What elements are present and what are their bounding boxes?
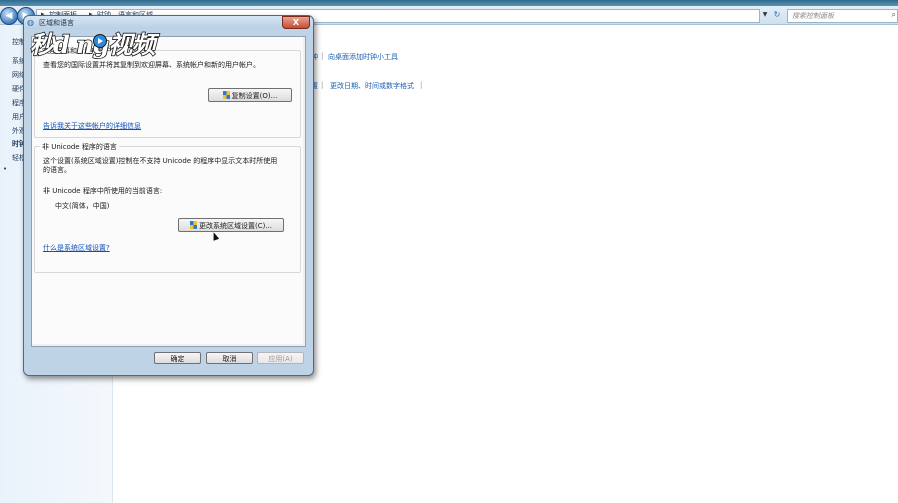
welcome-screen-group: 欢迎屏幕和新用户帐户 查看您的国际设置并将其复制到欢迎屏幕、系统帐户和新的用户帐…	[34, 46, 301, 138]
ok-button[interactable]: 确定	[154, 352, 201, 364]
administrative-tab-panel: 欢迎屏幕和新用户帐户 查看您的国际设置并将其复制到欢迎屏幕、系统帐户和新的用户帐…	[32, 37, 303, 344]
non-unicode-group: 非 Unicode 程序的语言 这个设置(系统区域设置)控制在不支持 Unico…	[34, 142, 301, 273]
change-date-format-link[interactable]: 更改日期、时间或数字格式	[330, 81, 414, 91]
refresh-icon[interactable]: ↻	[771, 9, 783, 21]
link-separator: |	[420, 81, 423, 89]
current-item-bullet-icon: •	[3, 165, 8, 173]
play-icon	[93, 34, 107, 48]
link-separator: |	[321, 52, 324, 60]
change-system-locale-label: 更改系统区域设置(C)...	[198, 222, 273, 230]
close-button[interactable]: X	[282, 16, 310, 29]
welcome-description: 查看您的国际设置并将其复制到欢迎屏幕、系统帐户和新的用户帐户。	[43, 61, 260, 69]
dialog-body: 欢迎屏幕和新用户帐户 查看您的国际设置并将其复制到欢迎屏幕、系统帐户和新的用户帐…	[31, 36, 306, 347]
uac-shield-icon	[189, 221, 197, 229]
search-input[interactable]: 搜索控制面板 ⌕	[787, 9, 898, 23]
link-separator: |	[321, 81, 324, 89]
cancel-button[interactable]: 取消	[206, 352, 253, 364]
chevron-down-icon[interactable]: ▼	[760, 9, 770, 21]
copy-settings-button[interactable]: 复制设置(O)...	[208, 88, 292, 102]
add-clock-gadget-link[interactable]: 向桌面添加时钟小工具	[328, 52, 398, 62]
search-icon[interactable]: ⌕	[892, 10, 896, 20]
account-details-link[interactable]: 告诉我关于这些帐户的详细信息	[43, 121, 141, 131]
region-language-dialog: ◍ 区域和语言 X 欢迎屏幕和新用户帐户 查看您的国际设置并将其复制到欢迎屏幕、…	[23, 15, 314, 376]
current-language-value: 中文(简体，中国)	[55, 202, 110, 210]
back-arrow-icon[interactable]: ◀	[0, 7, 18, 25]
non-unicode-description-line2: 的语言。	[43, 166, 71, 174]
non-unicode-description-line1: 这个设置(系统区域设置)控制在不支持 Unicode 的程序中显示文本时所使用	[43, 157, 278, 165]
change-system-locale-button[interactable]: 更改系统区域设置(C)...	[178, 218, 284, 232]
what-is-system-locale-link[interactable]: 什么是系统区域设置?	[43, 243, 110, 253]
copy-settings-label: 复制设置(O)...	[231, 92, 278, 100]
current-language-label: 非 Unicode 程序中所使用的当前语言:	[43, 187, 163, 195]
uac-shield-icon	[222, 91, 230, 99]
search-placeholder: 搜索控制面板	[792, 12, 834, 20]
non-unicode-group-title: 非 Unicode 程序的语言	[40, 142, 119, 152]
apply-button[interactable]: 应用(A)	[257, 352, 304, 364]
